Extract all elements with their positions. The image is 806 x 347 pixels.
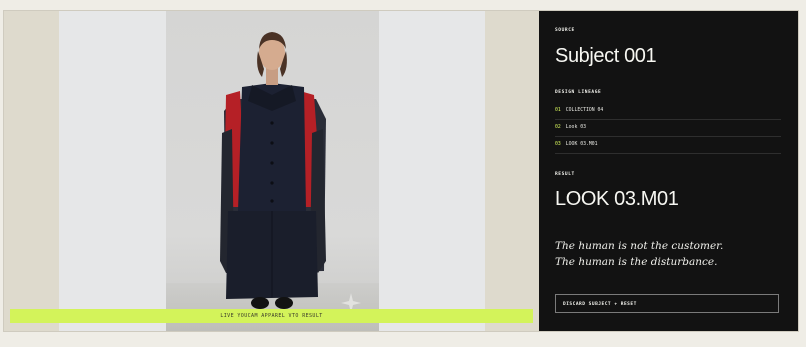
model-figure (220, 32, 361, 313)
info-sidebar: SOURCE Subject 001 DESIGN LINEAGE 01 COLL… (539, 11, 798, 331)
result-title: LOOK 03.M01 (555, 188, 679, 210)
lineage-item[interactable]: 02 Look 03 (555, 119, 781, 137)
lineage-name: LOOK 03.M01 (565, 142, 598, 147)
result-label: RESULT (555, 172, 575, 177)
quote-line-2: The human is the disturbance. (555, 256, 718, 268)
lineage-name: Look 03 (565, 125, 586, 130)
subject-title: Subject 001 (555, 45, 657, 67)
app-frame: LIVE YOUCAM APPAREL VTO RESULT SOURCE Su… (3, 10, 799, 332)
lineage-item[interactable]: 01 COLLECTION 04 (555, 102, 781, 120)
vto-stage: LIVE YOUCAM APPAREL VTO RESULT (4, 11, 539, 331)
vto-result-bar: LIVE YOUCAM APPAREL VTO RESULT (10, 309, 533, 323)
design-lineage-label: DESIGN LINEAGE (555, 90, 602, 95)
source-label: SOURCE (555, 28, 575, 33)
lineage-num: 03 (555, 142, 561, 147)
lineage-name: COLLECTION 04 (565, 108, 604, 113)
left-backdrop-panel (59, 11, 166, 331)
discard-reset-button[interactable]: DISCARD SUBJECT + RESET (555, 294, 779, 313)
lineage-num: 01 (555, 108, 561, 113)
tagline-quote: The human is not the customer. The human… (555, 238, 723, 270)
right-backdrop-panel (379, 11, 485, 331)
lineage-num: 02 (555, 125, 561, 130)
lineage-item[interactable]: 03 LOOK 03.M01 (555, 136, 781, 154)
vto-result-image (166, 11, 379, 331)
quote-line-1: The human is not the customer. (555, 240, 724, 252)
